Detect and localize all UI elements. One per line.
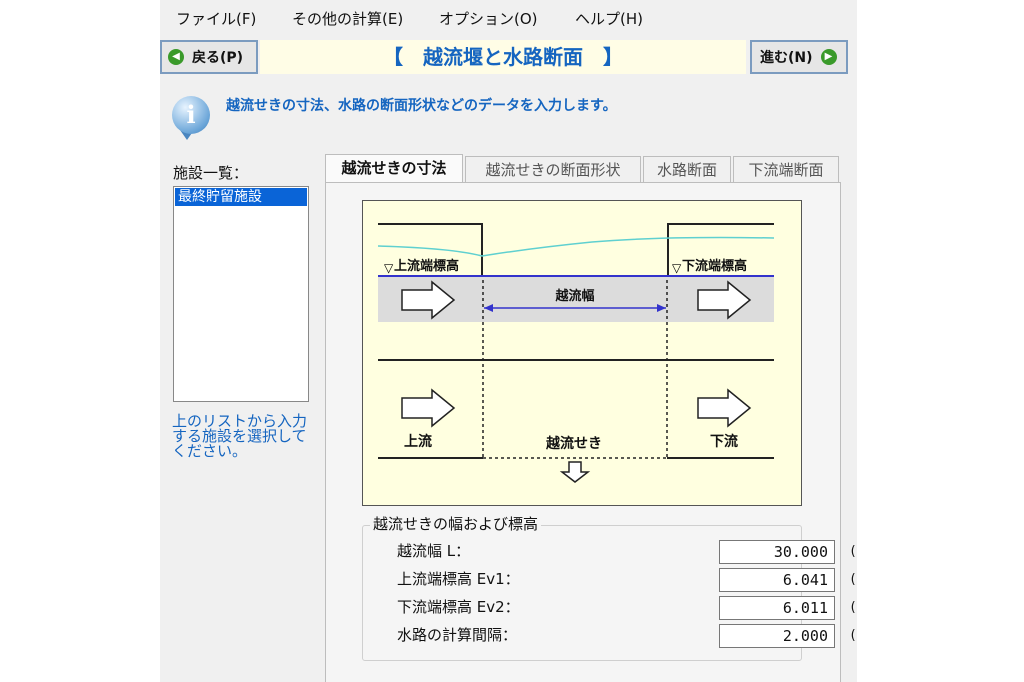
tab-bar: 越流せきの寸法 越流せきの断面形状 水路断面 下流端断面 <box>325 154 841 183</box>
next-button[interactable]: 進む(N) ▶ <box>750 40 848 74</box>
field-label: 上流端標高 Ev1： <box>397 570 520 588</box>
app-window: ファイル(F) その他の計算(E) オプション(O) ヘルプ(H) ◀ 戻る(P… <box>160 0 857 682</box>
menu-file[interactable]: ファイル(F) <box>176 8 256 29</box>
menu-other-calc[interactable]: その他の計算(E) <box>292 8 403 29</box>
downstream-label: 下流 <box>710 433 738 450</box>
next-button-label: 進む(N) <box>760 50 813 66</box>
unit-label: (m) <box>849 628 857 643</box>
calc-interval-input[interactable]: 2.000 <box>719 624 835 648</box>
arrow-left-icon: ◀ <box>168 49 184 65</box>
tab-weir-dimensions[interactable]: 越流せきの寸法 <box>325 154 463 183</box>
info-icon: i <box>172 96 210 134</box>
menu-help[interactable]: ヘルプ(H) <box>575 8 643 29</box>
upstream-elevation-label: 上流端標高 <box>394 258 459 274</box>
page-title: 【 越流堰と水路断面 】 <box>260 40 746 74</box>
facility-list[interactable]: 最終貯留施設 <box>173 186 309 402</box>
back-button[interactable]: ◀ 戻る(P) <box>160 40 258 74</box>
field-label: 越流幅 L： <box>397 542 471 560</box>
field-label: 水路の計算間隔： <box>397 626 518 644</box>
weir-width-label: 越流幅 <box>554 288 594 304</box>
weir-diagram: ▽ 上流端標高 ▽ 下流端標高 越流幅 上流 越流せき 下流 <box>362 200 802 506</box>
tri-marker-right: ▽ <box>672 261 682 275</box>
facility-hint: 上のリストから入力する施設を選択してください。 <box>172 412 308 460</box>
unit-label: (m) <box>849 600 857 615</box>
info-message: 越流せきの寸法、水路の断面形状などのデータを入力します。 <box>226 98 617 114</box>
downstream-elevation-label: 下流端標高 <box>682 258 747 274</box>
upstream-label: 上流 <box>404 433 432 450</box>
downstream-elevation-input[interactable]: 6.011 <box>719 596 835 620</box>
back-button-label: 戻る(P) <box>192 50 244 66</box>
form-group-title: 越流せきの幅および標高 <box>370 513 542 534</box>
arrow-right-icon: ▶ <box>820 49 837 65</box>
weir-label: 越流せき <box>545 435 602 452</box>
weir-width-input[interactable]: 30.000 <box>719 540 835 564</box>
tab-weir-cross-section[interactable]: 越流せきの断面形状 <box>465 156 641 182</box>
facility-list-item[interactable]: 最終貯留施設 <box>175 188 307 206</box>
menu-bar: ファイル(F) その他の計算(E) オプション(O) ヘルプ(H) <box>160 0 857 34</box>
tab-channel-section[interactable]: 水路断面 <box>643 156 731 182</box>
menu-options[interactable]: オプション(O) <box>439 8 538 29</box>
tab-downstream-section[interactable]: 下流端断面 <box>733 156 839 182</box>
unit-label: (m) <box>849 544 857 559</box>
tri-marker-left: ▽ <box>384 261 394 275</box>
upstream-elevation-input[interactable]: 6.041 <box>719 568 835 592</box>
unit-label: (m) <box>849 572 857 587</box>
field-label: 下流端標高 Ev2： <box>397 598 520 616</box>
weir-form-group: 越流幅 L： 30.000 (m) 上流端標高 Ev1： 6.041 (m) 下… <box>362 525 857 661</box>
facility-list-label: 施設一覧： <box>173 164 249 182</box>
